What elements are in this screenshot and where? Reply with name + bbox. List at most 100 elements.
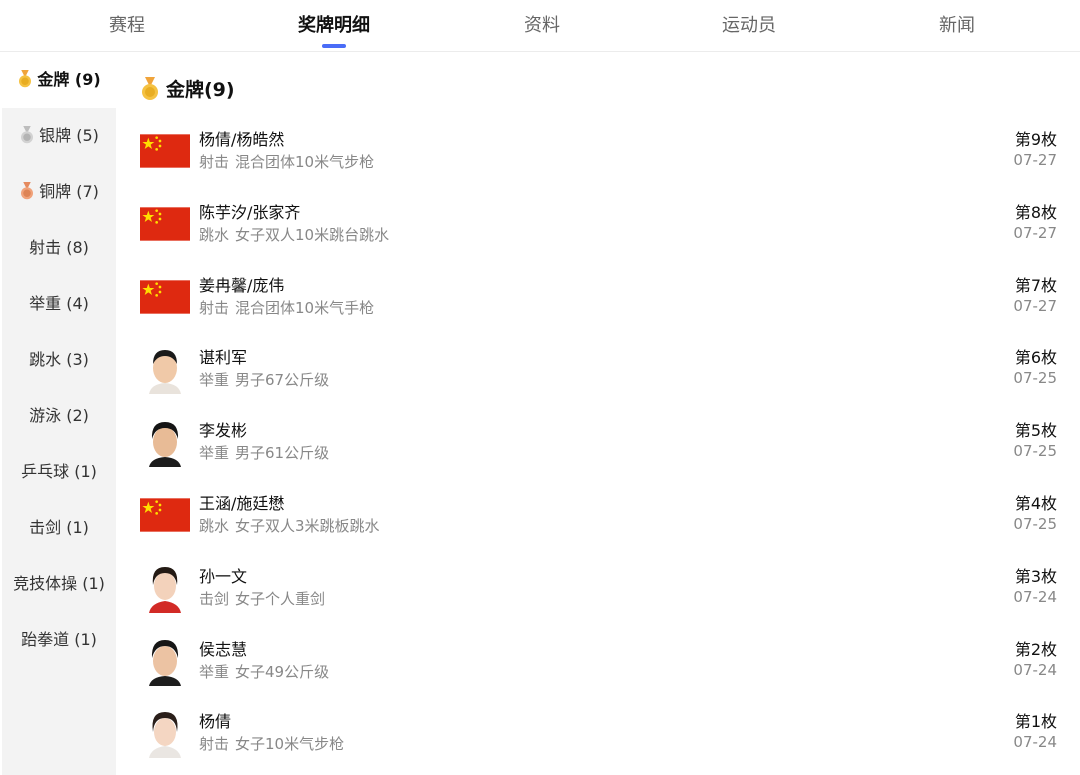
sport-label: 跳水 [199, 517, 230, 535]
medal-event: 跳水 女子双人10米跳台跳水 [199, 224, 389, 245]
sport-label: 射击 [199, 735, 230, 753]
sidebar-item-gymnastics[interactable]: 竞技体操 (1) [2, 556, 116, 612]
sport-label: 举重 [199, 663, 230, 681]
medalist-name: 杨倩 [199, 712, 232, 731]
sidebar-item-diving[interactable]: 跳水 (3) [2, 332, 116, 388]
medal-rank: 第4枚 [1014, 494, 1057, 513]
medal-event: 射击 女子10米气步枪 [199, 733, 344, 754]
medal-rank: 第9枚 [1014, 130, 1057, 149]
medal-date: 07-25 [1013, 369, 1057, 387]
list-item[interactable]: 王涵/施廷懋 跳水 女子双人3米跳板跳水 第4枚 07-25 [140, 484, 1060, 556]
sport-label: 击剑 [199, 590, 230, 608]
medal-event: 举重 男子61公斤级 [199, 442, 329, 463]
medalist-name: 李发彬 [199, 421, 248, 440]
medal-rank: 第7枚 [1014, 276, 1057, 295]
sport-label: 射击 [199, 153, 230, 171]
china-flag-icon [140, 134, 190, 168]
list-item[interactable]: 孙一文 击剑 女子个人重剑 第3枚 07-24 [140, 557, 1060, 629]
medalist-name: 杨倩/杨皓然 [199, 130, 285, 149]
medal-date: 07-27 [1013, 151, 1057, 169]
medalist-name: 姜冉馨/庞伟 [199, 276, 285, 295]
sidebar-item-label: 金牌 (9) [37, 70, 101, 89]
medal-event: 击剑 女子个人重剑 [199, 588, 325, 609]
medalist-name: 陈芋汐/张家齐 [199, 203, 301, 222]
sport-label: 射击 [199, 299, 230, 317]
list-item[interactable]: 陈芋汐/张家齐 跳水 女子双人10米跳台跳水 第8枚 07-27 [140, 193, 1060, 265]
china-flag-icon [140, 280, 190, 314]
list-item[interactable]: 杨倩 射击 女子10米气步枪 第1枚 07-24 [140, 702, 1060, 774]
sidebar-item-silver[interactable]: 银牌 (5) [2, 108, 116, 164]
medal-date: 07-25 [1013, 442, 1057, 460]
tab-medal-details-label: 奖牌明细 [298, 15, 370, 36]
athlete-photo [145, 344, 185, 394]
medal-date: 07-25 [1013, 515, 1057, 533]
medal-rank: 第2枚 [1014, 640, 1057, 659]
event-label: 女子双人3米跳板跳水 [235, 517, 380, 535]
event-label: 混合团体10米气手枪 [235, 299, 375, 317]
silver-medal-icon [21, 126, 34, 144]
sport-label: 举重 [199, 444, 230, 462]
bronze-medal-icon [21, 182, 34, 200]
category-sidebar: 金牌 (9) 银牌 (5) 铜牌 (7) 射击 (8) 举重 (4) 跳水 (3… [2, 52, 116, 775]
medal-date: 07-24 [1013, 588, 1057, 606]
event-label: 女子49公斤级 [235, 663, 330, 681]
sidebar-item-label: 银牌 (5) [39, 126, 99, 145]
gold-medal-icon [142, 77, 158, 100]
tab-bar: 赛程 奖牌明细 资料 运动员 新闻 [0, 0, 1080, 52]
sidebar-item-taekwondo[interactable]: 跆拳道 (1) [2, 612, 116, 668]
medal-date: 07-24 [1013, 661, 1057, 679]
event-label: 男子61公斤级 [235, 444, 330, 462]
list-item[interactable]: 姜冉馨/庞伟 射击 混合团体10米气手枪 第7枚 07-27 [140, 266, 1060, 338]
tab-news[interactable]: 新闻 [857, 0, 1057, 52]
event-label: 女子双人10米跳台跳水 [235, 226, 390, 244]
sidebar-item-table-tennis[interactable]: 乒乓球 (1) [2, 444, 116, 500]
list-item[interactable]: 侯志慧 举重 女子49公斤级 第2枚 07-24 [140, 630, 1060, 702]
athlete-photo [145, 563, 185, 613]
event-label: 女子10米气步枪 [235, 735, 345, 753]
medal-date: 07-24 [1013, 733, 1057, 751]
athlete-photo [145, 708, 185, 758]
medalist-name: 侯志慧 [199, 640, 248, 659]
sidebar-item-weightlifting[interactable]: 举重 (4) [2, 276, 116, 332]
china-flag-icon [140, 498, 190, 532]
medal-rank: 第3枚 [1014, 567, 1057, 586]
section-title-label: 金牌(9) [166, 79, 235, 101]
medal-event: 射击 混合团体10米气手枪 [199, 297, 374, 318]
medalist-name: 孙一文 [199, 567, 248, 586]
tab-schedule[interactable]: 赛程 [27, 0, 227, 52]
medal-date: 07-27 [1013, 224, 1057, 242]
sidebar-item-shooting[interactable]: 射击 (8) [2, 220, 116, 276]
medalist-name: 谌利军 [199, 348, 248, 367]
sport-label: 跳水 [199, 226, 230, 244]
medal-rank: 第6枚 [1014, 348, 1057, 367]
sidebar-item-fencing[interactable]: 击剑 (1) [2, 500, 116, 556]
section-title: 金牌(9) [140, 72, 235, 108]
tab-medal-details[interactable]: 奖牌明细 [234, 0, 434, 52]
medal-rank: 第1枚 [1014, 712, 1057, 731]
medal-event: 射击 混合团体10米气步枪 [199, 151, 374, 172]
medal-event: 跳水 女子双人3米跳板跳水 [199, 515, 380, 536]
event-label: 混合团体10米气步枪 [235, 153, 375, 171]
medalist-name: 王涵/施廷懋 [199, 494, 285, 513]
medal-event: 举重 女子49公斤级 [199, 661, 329, 682]
event-label: 女子个人重剑 [235, 590, 326, 608]
sidebar-item-gold[interactable]: 金牌 (9) [2, 52, 116, 108]
sport-label: 举重 [199, 371, 230, 389]
sidebar-item-bronze[interactable]: 铜牌 (7) [2, 164, 116, 220]
medal-date: 07-27 [1013, 297, 1057, 315]
athlete-photo [145, 636, 185, 686]
athlete-photo [145, 417, 185, 467]
tab-athletes[interactable]: 运动员 [649, 0, 849, 52]
medal-rank: 第8枚 [1014, 203, 1057, 222]
gold-medal-icon [19, 70, 32, 88]
sidebar-item-swimming[interactable]: 游泳 (2) [2, 388, 116, 444]
medal-event: 举重 男子67公斤级 [199, 369, 329, 390]
list-item[interactable]: 李发彬 举重 男子61公斤级 第5枚 07-25 [140, 411, 1060, 483]
china-flag-icon [140, 207, 190, 241]
active-tab-indicator [322, 44, 346, 48]
list-item[interactable]: 谌利军 举重 男子67公斤级 第6枚 07-25 [140, 338, 1060, 410]
medal-rank: 第5枚 [1014, 421, 1057, 440]
sidebar-item-label: 铜牌 (7) [39, 182, 99, 201]
list-item[interactable]: 杨倩/杨皓然 射击 混合团体10米气步枪 第9枚 07-27 [140, 120, 1060, 192]
tab-info[interactable]: 资料 [442, 0, 642, 52]
